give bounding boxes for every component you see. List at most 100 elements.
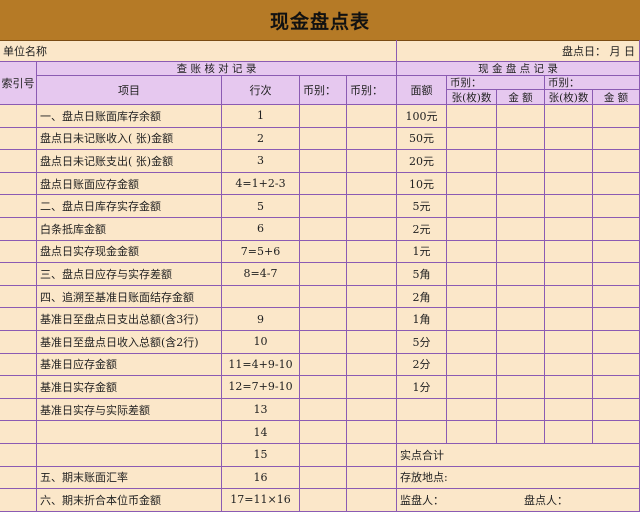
currency1-value-cell[interactable] xyxy=(300,195,347,218)
amount-b-cell[interactable] xyxy=(593,376,640,399)
currency1-value-cell[interactable] xyxy=(300,398,347,422)
index-cell[interactable] xyxy=(0,444,37,467)
currency2-value-cell[interactable] xyxy=(347,444,397,467)
index-cell[interactable] xyxy=(0,150,37,173)
amount-a-cell[interactable] xyxy=(497,398,545,422)
count-a-cell[interactable] xyxy=(447,172,497,196)
index-cell[interactable] xyxy=(0,466,37,490)
currency2-value-cell[interactable] xyxy=(347,127,397,151)
index-cell[interactable] xyxy=(0,105,37,128)
amount-a-cell[interactable] xyxy=(497,105,545,128)
currency1-value-cell[interactable] xyxy=(300,218,347,241)
amount-b-cell[interactable] xyxy=(593,285,640,309)
count-b-cell[interactable] xyxy=(545,218,593,241)
count-b-cell[interactable] xyxy=(545,421,593,444)
currency2-value-cell[interactable] xyxy=(347,195,397,218)
count-a-cell[interactable] xyxy=(447,218,497,241)
currency1-value-cell[interactable] xyxy=(300,489,347,512)
count-b-cell[interactable] xyxy=(545,263,593,286)
amount-a-cell[interactable] xyxy=(497,218,545,241)
count-b-cell[interactable] xyxy=(545,398,593,422)
currency2-value-cell[interactable] xyxy=(347,353,397,377)
amount-b-cell[interactable] xyxy=(593,331,640,354)
amount-b-cell[interactable] xyxy=(593,353,640,377)
amount-a-cell[interactable] xyxy=(497,308,545,331)
amount-b-cell[interactable] xyxy=(593,127,640,151)
index-cell[interactable] xyxy=(0,421,37,444)
count-a-cell[interactable] xyxy=(447,263,497,286)
amount-a-cell[interactable] xyxy=(497,353,545,377)
count-a-cell[interactable] xyxy=(447,285,497,309)
currency1-value-cell[interactable] xyxy=(300,263,347,286)
index-cell[interactable] xyxy=(0,172,37,196)
count-a-cell[interactable] xyxy=(447,127,497,151)
amount-b-cell[interactable] xyxy=(593,398,640,422)
currency2-value-cell[interactable] xyxy=(347,105,397,128)
count-a-cell[interactable] xyxy=(447,398,497,422)
amount-b-cell[interactable] xyxy=(593,150,640,173)
count-a-cell[interactable] xyxy=(447,195,497,218)
index-cell[interactable] xyxy=(0,195,37,218)
count-b-cell[interactable] xyxy=(545,172,593,196)
currency1-value-cell[interactable] xyxy=(300,444,347,467)
currency1-value-cell[interactable] xyxy=(300,308,347,331)
amount-a-cell[interactable] xyxy=(497,285,545,309)
amount-a-cell[interactable] xyxy=(497,172,545,196)
currency1-value-cell[interactable] xyxy=(300,172,347,196)
amount-b-cell[interactable] xyxy=(593,195,640,218)
count-b-cell[interactable] xyxy=(545,376,593,399)
index-cell[interactable] xyxy=(0,218,37,241)
index-cell[interactable] xyxy=(0,376,37,399)
amount-a-cell[interactable] xyxy=(497,376,545,399)
count-b-cell[interactable] xyxy=(545,127,593,151)
currency2-value-cell[interactable] xyxy=(347,376,397,399)
currency1-value-cell[interactable] xyxy=(300,285,347,309)
currency1-value-cell[interactable] xyxy=(300,240,347,264)
amount-a-cell[interactable] xyxy=(497,150,545,173)
index-cell[interactable] xyxy=(0,308,37,331)
currency2-value-cell[interactable] xyxy=(347,285,397,309)
currency2-value-cell[interactable] xyxy=(347,150,397,173)
index-cell[interactable] xyxy=(0,353,37,377)
count-b-cell[interactable] xyxy=(545,331,593,354)
count-a-cell[interactable] xyxy=(447,376,497,399)
count-a-cell[interactable] xyxy=(447,105,497,128)
count-b-cell[interactable] xyxy=(545,105,593,128)
index-cell[interactable] xyxy=(0,263,37,286)
amount-b-cell[interactable] xyxy=(593,263,640,286)
count-b-cell[interactable] xyxy=(545,195,593,218)
currency1-value-cell[interactable] xyxy=(300,150,347,173)
count-b-cell[interactable] xyxy=(545,308,593,331)
currency2-value-cell[interactable] xyxy=(347,263,397,286)
amount-a-cell[interactable] xyxy=(497,331,545,354)
currency2-value-cell[interactable] xyxy=(347,466,397,490)
currency1-value-cell[interactable] xyxy=(300,421,347,444)
currency2-value-cell[interactable] xyxy=(347,218,397,241)
currency1-value-cell[interactable] xyxy=(300,466,347,490)
amount-a-cell[interactable] xyxy=(497,127,545,151)
currency1-value-cell[interactable] xyxy=(300,353,347,377)
amount-a-cell[interactable] xyxy=(497,195,545,218)
currency2-value-cell[interactable] xyxy=(347,489,397,512)
count-a-cell[interactable] xyxy=(447,421,497,444)
currency1-value-cell[interactable] xyxy=(300,331,347,354)
currency2-value-cell[interactable] xyxy=(347,331,397,354)
amount-b-cell[interactable] xyxy=(593,308,640,331)
count-a-cell[interactable] xyxy=(447,150,497,173)
currency1-value-cell[interactable] xyxy=(300,105,347,128)
count-a-cell[interactable] xyxy=(447,308,497,331)
count-a-cell[interactable] xyxy=(447,240,497,264)
count-b-cell[interactable] xyxy=(545,285,593,309)
amount-b-cell[interactable] xyxy=(593,421,640,444)
currency2-value-cell[interactable] xyxy=(347,421,397,444)
amount-a-cell[interactable] xyxy=(497,240,545,264)
count-a-cell[interactable] xyxy=(447,331,497,354)
count-b-cell[interactable] xyxy=(545,240,593,264)
index-cell[interactable] xyxy=(0,285,37,309)
index-cell[interactable] xyxy=(0,240,37,264)
count-a-cell[interactable] xyxy=(447,353,497,377)
amount-b-cell[interactable] xyxy=(593,172,640,196)
currency1-value-cell[interactable] xyxy=(300,376,347,399)
currency2-value-cell[interactable] xyxy=(347,398,397,422)
currency2-value-cell[interactable] xyxy=(347,240,397,264)
